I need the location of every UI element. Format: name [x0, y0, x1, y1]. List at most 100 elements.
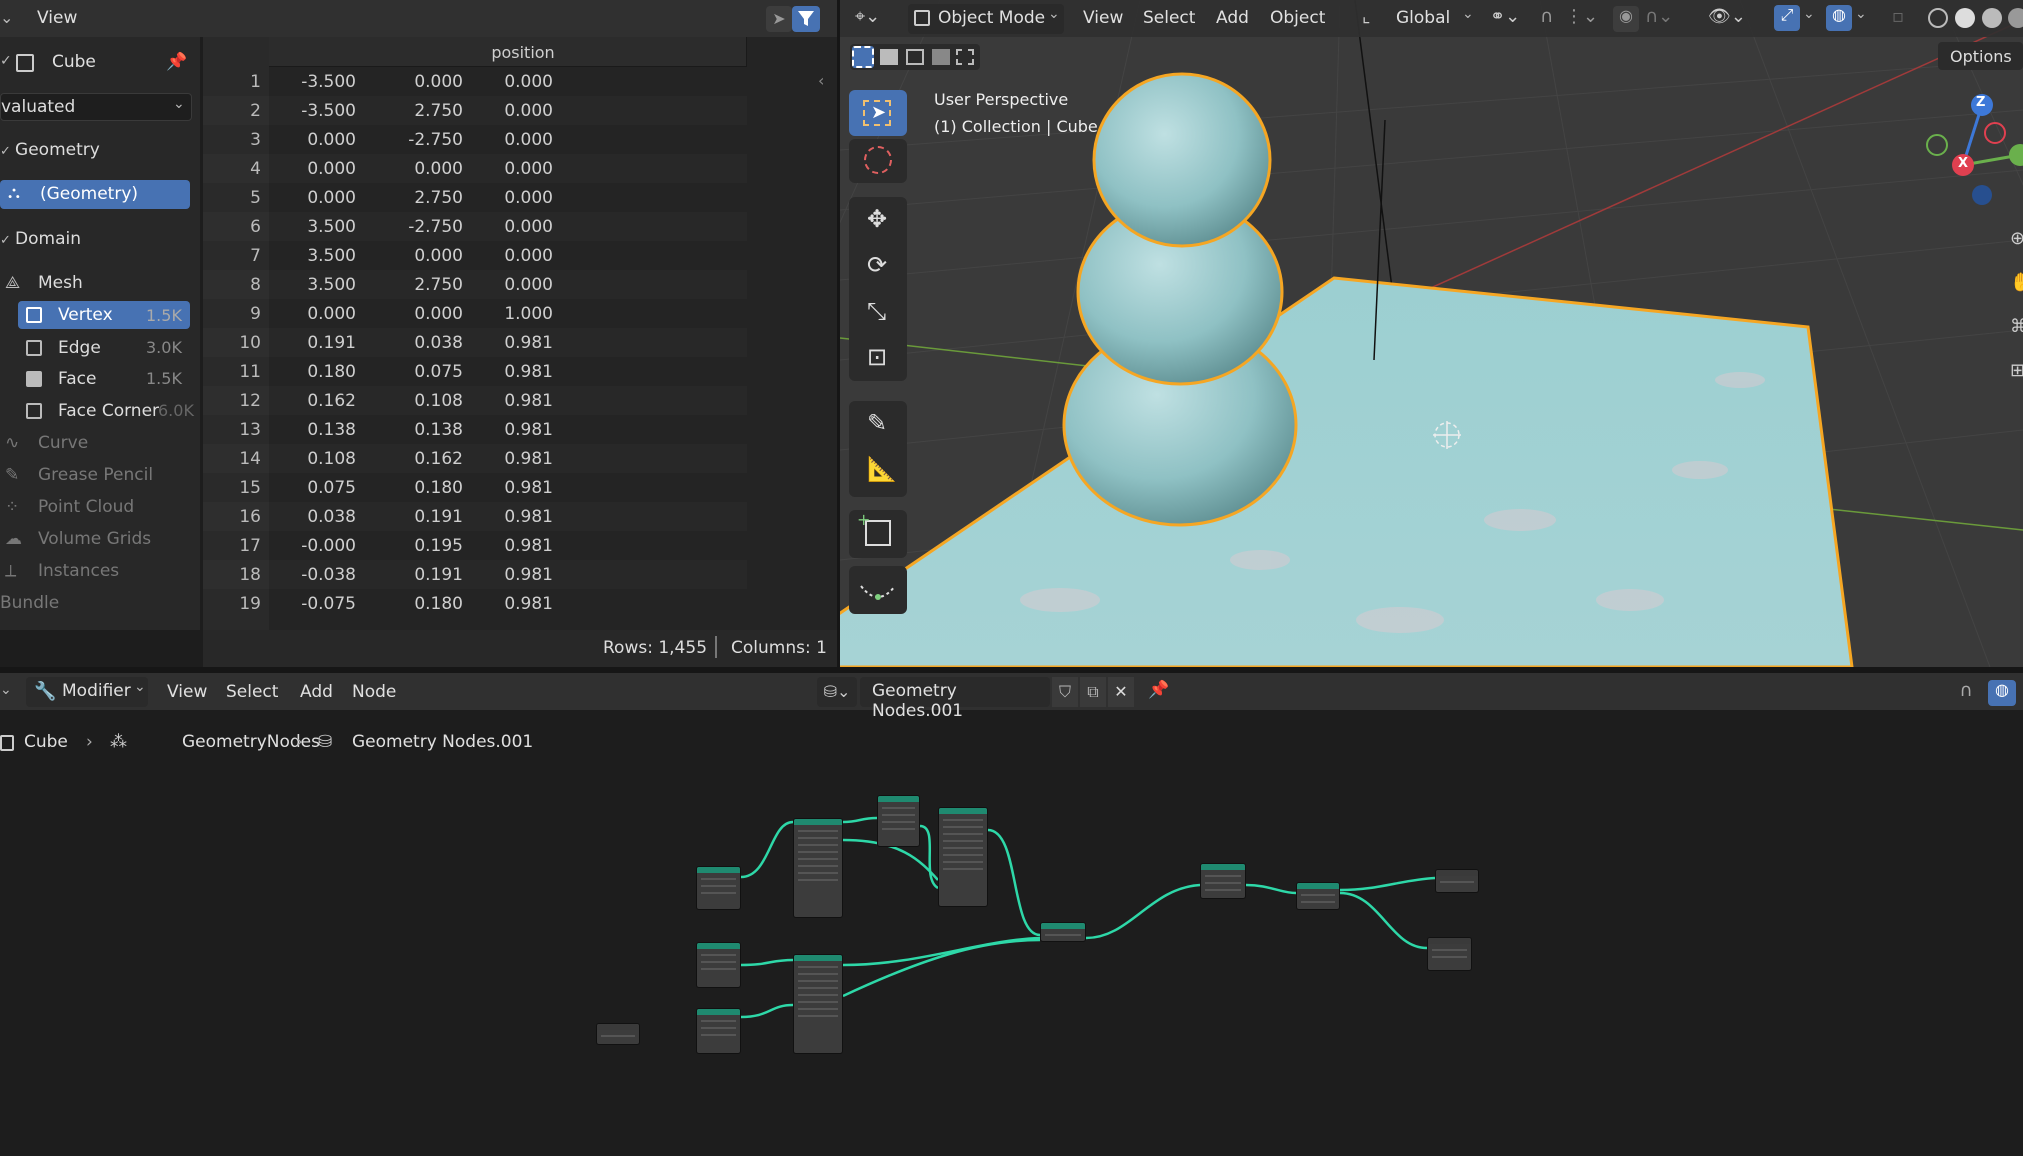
pin-icon[interactable]: 📌 [166, 52, 187, 72]
domain-face[interactable]: Face 1.5K [18, 364, 190, 394]
node-links [740, 816, 1436, 1019]
geometry-section[interactable]: ✓ Geometry [0, 135, 190, 165]
node-canvas[interactable] [0, 760, 2023, 1156]
breadcrumb-object[interactable]: Cube [24, 732, 68, 752]
orientation-dropdown[interactable]: ⌞ Global ⌄ [1358, 4, 1478, 34]
snap-increment-icon[interactable]: ⋮⌄ [1565, 6, 1598, 27]
solid-shading-icon[interactable] [1955, 8, 1975, 28]
options-button[interactable]: Options [1938, 42, 2023, 70]
node-grid[interactable] [877, 795, 920, 847]
overlay-toggle-icon[interactable]: ◍ [1826, 5, 1852, 31]
gizmo-toggle-icon[interactable]: ⤢ [1774, 5, 1800, 31]
select-filter-icon[interactable]: ➤ [766, 6, 792, 32]
viewport-menu-object[interactable]: Object [1270, 8, 1325, 28]
snap-icon[interactable]: ∩ [1952, 680, 1980, 706]
viewport[interactable]: ⌖⌄ Object Mode ⌄ View Select Add Object … [840, 0, 2023, 667]
breadcrumb-node-tree[interactable]: Geometry Nodes.001 [352, 732, 533, 752]
filter-icon[interactable] [792, 6, 820, 32]
node-menu-node[interactable]: Node [352, 682, 396, 702]
node-viewer[interactable] [1435, 869, 1479, 893]
navigation-gizmo[interactable]: Z X [1920, 90, 2023, 220]
node-tree-browse[interactable]: ⛁⌄ [817, 677, 857, 707]
object-row[interactable]: ✓ Cube 📌 [0, 48, 195, 78]
rendered-shading-icon[interactable] [2008, 8, 2023, 28]
pan-hand-icon[interactable]: ✋ [2010, 272, 2023, 293]
overlay-toggle-icon[interactable]: ◍ [1988, 680, 2016, 706]
evaluated-dropdown[interactable]: valuated ⌄ [0, 93, 192, 121]
node-tree-name-field[interactable]: Geometry Nodes.001 [860, 677, 1050, 721]
rotate-icon[interactable]: ⟳ [867, 251, 887, 279]
node-menu-select[interactable]: Select [226, 682, 278, 702]
domain-vertex[interactable]: Vertex 1.5K [18, 301, 190, 329]
domain-face-corner[interactable]: Face Corner 6.0K [18, 396, 194, 426]
select-mode-buttons[interactable] [850, 44, 980, 70]
unlink-close-icon[interactable]: ✕ [1108, 677, 1134, 707]
domain-section[interactable]: ✓ Domain [0, 224, 190, 254]
node-set-material[interactable] [1296, 882, 1340, 910]
xray-icon[interactable]: ▫ [1892, 6, 1904, 27]
ortho-toggle-icon[interactable]: ⊞ [2010, 360, 2023, 381]
editor-type-icon[interactable]: ⌄ [0, 8, 14, 28]
pivot-icon[interactable]: ⚭⌄ [1490, 6, 1520, 27]
material-shading-icon[interactable] [1982, 8, 2002, 28]
tool-add-cube[interactable]: + [849, 510, 907, 558]
node-uv-sphere[interactable] [696, 866, 741, 910]
annotate-icon[interactable]: ✎ [867, 409, 887, 437]
domain-edge[interactable]: Edge 3.0K [18, 333, 190, 363]
proportional-edit-icon[interactable]: ◉ [1613, 6, 1639, 32]
node-menu-add[interactable]: Add [300, 682, 333, 702]
measure-icon[interactable]: 📐 [867, 455, 897, 483]
select-extend-icon[interactable] [880, 49, 898, 65]
geometry-item[interactable]: ⛬ (Geometry) [0, 180, 190, 209]
select-invert-icon[interactable] [932, 49, 950, 65]
move-icon[interactable]: ✥ [867, 205, 887, 233]
domain-grease-pencil[interactable]: ✎ Grease Pencil [0, 460, 190, 490]
pin-icon[interactable]: 📌 [1148, 680, 1169, 700]
column-header[interactable]: position [373, 43, 673, 62]
falloff-icon[interactable]: ∩⌄ [1645, 6, 1673, 27]
node-transform-geometry[interactable] [938, 807, 988, 907]
node-uv-sphere[interactable] [696, 942, 741, 988]
scale-icon[interactable]: ⤡ [867, 297, 886, 325]
collapse-arrow-icon[interactable]: ‹ [818, 71, 824, 90]
mesh-row[interactable]: ⟁ Mesh [0, 268, 190, 298]
domain-point-cloud[interactable]: ⁘ Point Cloud [0, 492, 190, 522]
node-group-input[interactable] [596, 1023, 640, 1045]
mode-dropdown[interactable]: Object Mode ⌄ [908, 4, 1064, 34]
overlay-dropdown-icon[interactable]: ⌄ [1855, 6, 1867, 22]
node-join-geometry[interactable] [1040, 922, 1086, 942]
gizmo-dropdown-icon[interactable]: ⌄ [1803, 6, 1815, 22]
viewport-menu-select[interactable]: Select [1143, 8, 1195, 28]
node-type-dropdown[interactable]: 🔧 Modifier ⌄ [26, 677, 148, 707]
select-new-icon[interactable] [852, 46, 874, 68]
select-intersect-icon[interactable] [956, 49, 974, 65]
spreadsheet-menu-view[interactable]: View [37, 8, 77, 28]
zoom-icon[interactable]: ⊕ [2010, 228, 2023, 249]
tool-cursor[interactable] [849, 139, 907, 183]
editor-type-icon[interactable]: ⌖⌄ [855, 6, 891, 32]
wireframe-shading-icon[interactable] [1928, 8, 1948, 28]
tool-curve[interactable] [849, 566, 907, 614]
node-menu-view[interactable]: View [167, 682, 207, 702]
viewport-menu-view[interactable]: View [1083, 8, 1123, 28]
node-group-output[interactable] [1427, 937, 1472, 971]
domain-bundle[interactable]: Bundle [0, 588, 190, 618]
transform-icon[interactable]: ⊡ [867, 343, 887, 371]
editor-type-icon[interactable]: ⌄ [0, 682, 12, 698]
node-transform-geometry[interactable] [793, 818, 843, 918]
visibility-icon[interactable]: 👁⌄ [1708, 6, 1746, 27]
node-set-shade-smooth[interactable] [1200, 863, 1246, 899]
domain-label: Face [58, 369, 97, 389]
tool-select-box[interactable]: ➤ [849, 90, 907, 136]
select-subtract-icon[interactable] [906, 49, 924, 65]
duplicate-icon[interactable]: ⧉ [1080, 677, 1106, 707]
domain-instances[interactable]: ⟂ Instances [0, 556, 190, 586]
camera-view-icon[interactable]: ⌘ [2010, 316, 2023, 337]
snap-icon[interactable]: ∩ [1540, 6, 1553, 27]
viewport-menu-add[interactable]: Add [1216, 8, 1249, 28]
node-uv-sphere[interactable] [696, 1008, 741, 1054]
fake-user-shield-icon[interactable]: ⛉ [1052, 677, 1078, 707]
domain-volume-grids[interactable]: ☁ Volume Grids [0, 524, 190, 554]
domain-curve[interactable]: ∿ Curve [0, 428, 190, 458]
node-transform-geometry[interactable] [793, 954, 843, 1054]
